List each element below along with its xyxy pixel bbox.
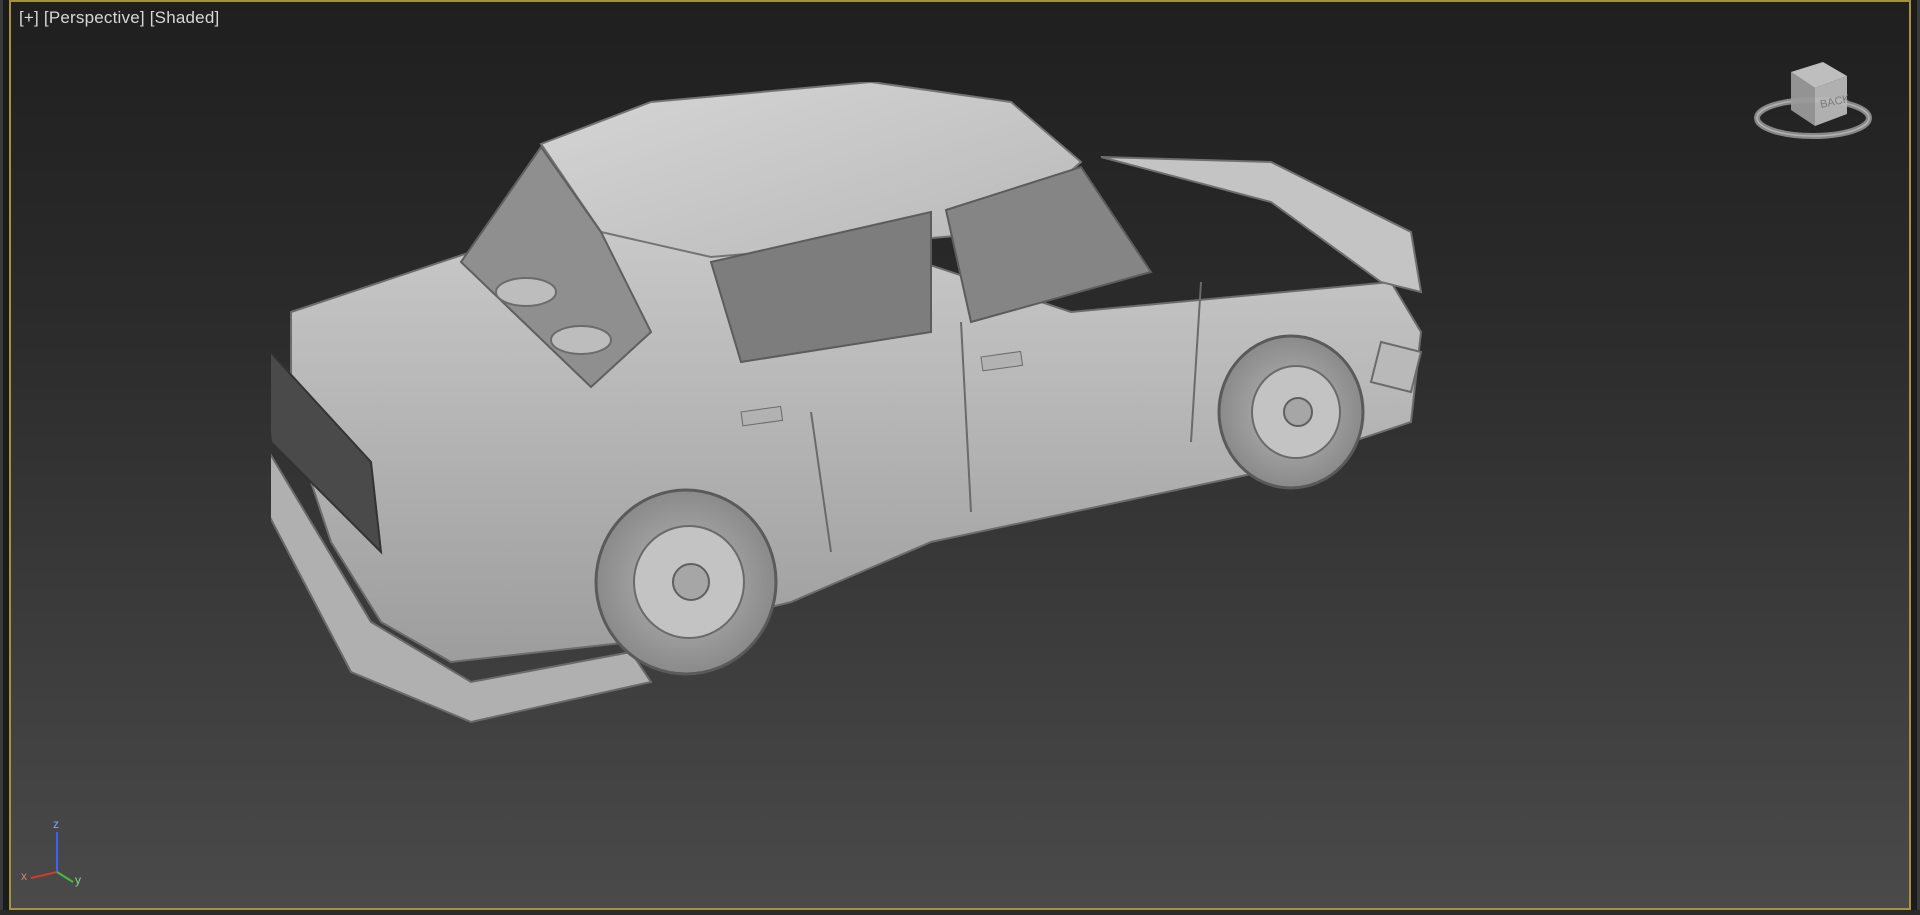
viewport-label: [+] [Perspective] [Shaded] xyxy=(19,8,219,28)
rear-wheel xyxy=(594,488,778,676)
viewcube-icon[interactable]: BACK xyxy=(1751,54,1875,154)
axis-x-label: x xyxy=(21,869,27,883)
viewport-view-menu[interactable]: [Perspective] xyxy=(44,8,145,27)
viewport-menu-plus[interactable]: [+] xyxy=(19,8,39,27)
car-model-icon[interactable] xyxy=(271,82,1751,822)
viewport-shading-menu[interactable]: [Shaded] xyxy=(150,8,220,27)
bottom-strip xyxy=(0,910,1920,915)
perspective-viewport[interactable]: [+] [Perspective] [Shaded] BACK z x y xyxy=(9,0,1911,910)
axis-z-label: z xyxy=(53,817,59,831)
front-wheel xyxy=(1217,334,1365,490)
axis-y-label: y xyxy=(75,873,81,887)
axis-tripod-icon: z x y xyxy=(21,817,81,887)
